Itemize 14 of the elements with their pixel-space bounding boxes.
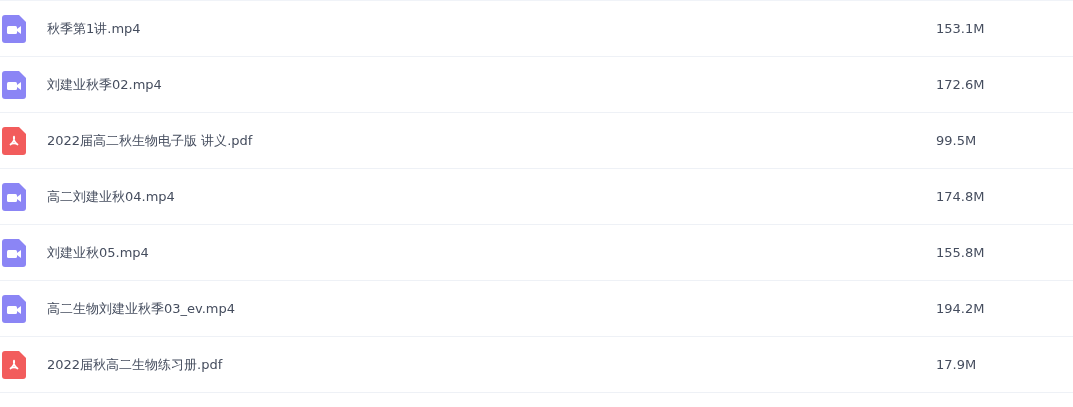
file-size: 153.1M bbox=[936, 21, 985, 36]
file-name[interactable]: 2022届秋高二生物练习册.pdf bbox=[47, 355, 936, 374]
file-size: 174.8M bbox=[936, 189, 985, 204]
file-size: 194.2M bbox=[936, 301, 985, 316]
file-name[interactable]: 高二刘建业秋04.mp4 bbox=[47, 187, 936, 206]
file-size: 17.9M bbox=[936, 357, 977, 372]
file-name[interactable]: 秋季第1讲.mp4 bbox=[47, 19, 936, 38]
file-name[interactable]: 刘建业秋05.mp4 bbox=[47, 243, 936, 262]
file-size: 99.5M bbox=[936, 133, 977, 148]
file-name[interactable]: 高二生物刘建业秋季03_ev.mp4 bbox=[47, 299, 936, 318]
file-size: 172.6M bbox=[936, 77, 985, 92]
file-name[interactable]: 2022届高二秋生物电子版 讲义.pdf bbox=[47, 131, 936, 150]
file-size: 155.8M bbox=[936, 245, 985, 260]
file-name[interactable]: 刘建业秋季02.mp4 bbox=[47, 75, 936, 94]
